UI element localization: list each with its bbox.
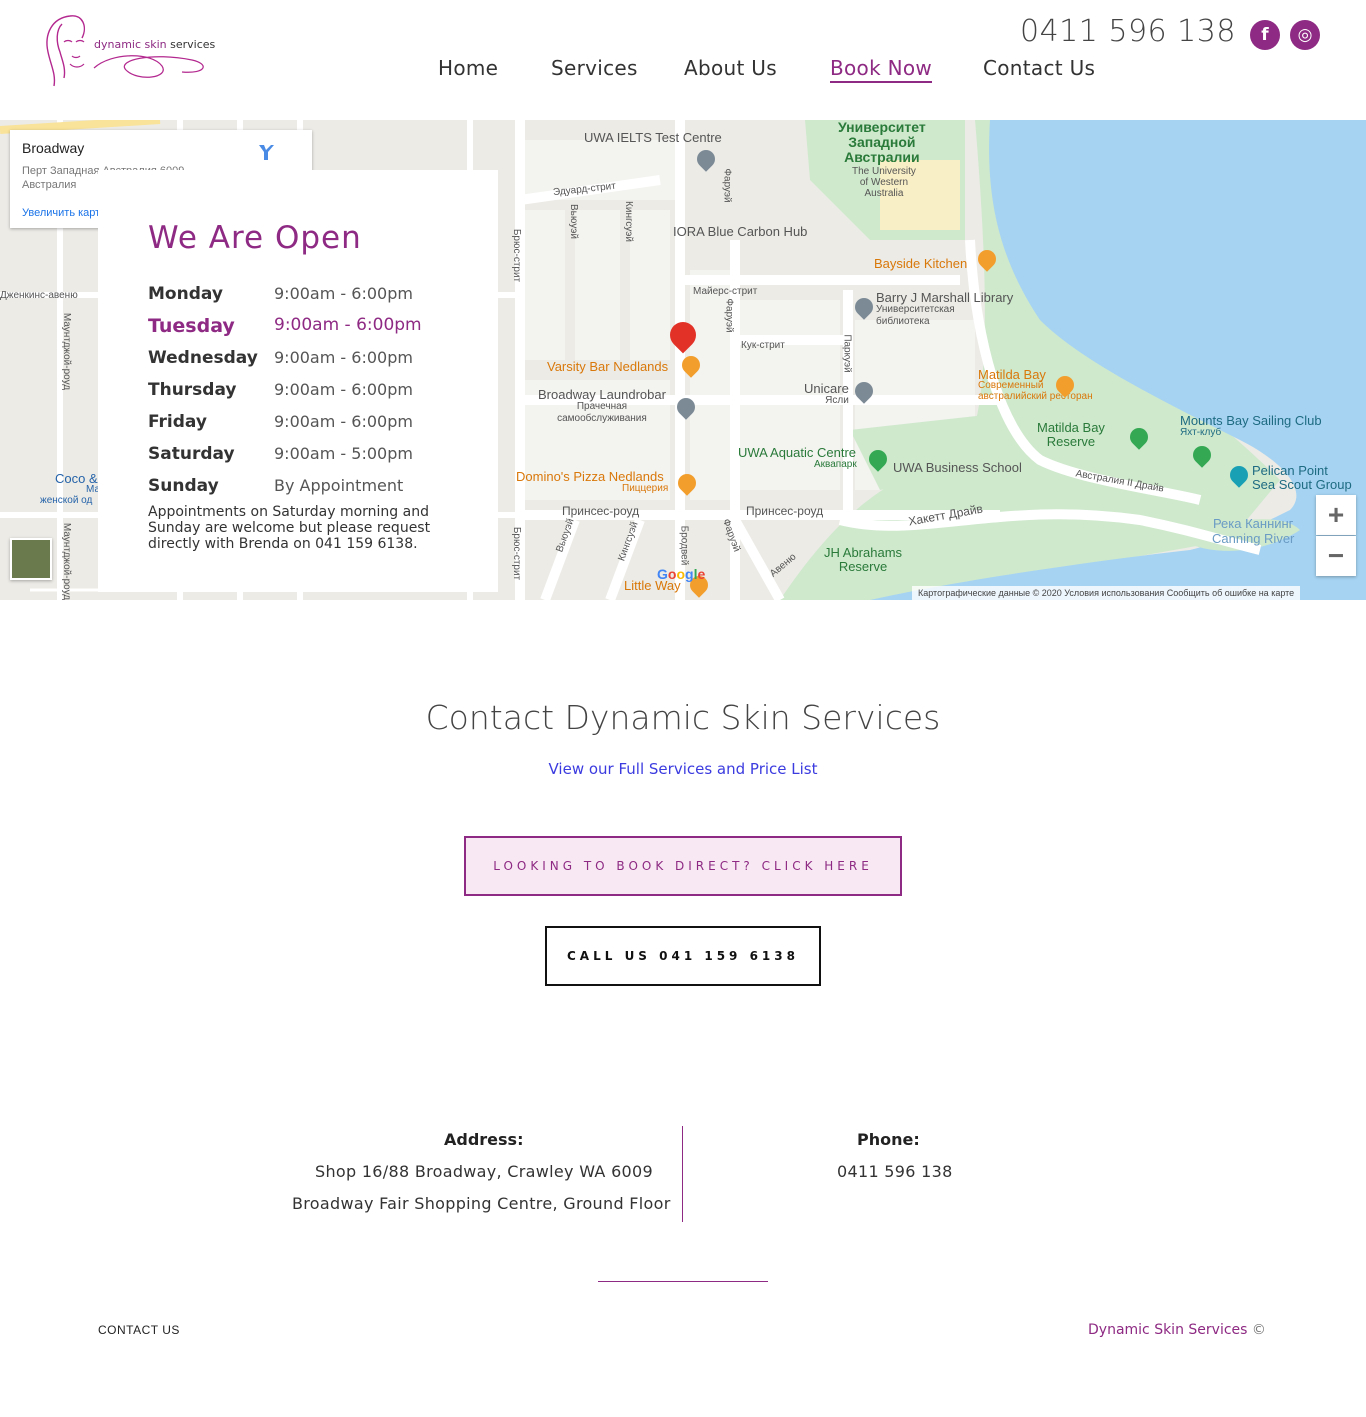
instagram-icon[interactable]: ◎ — [1290, 20, 1320, 50]
day-name: Friday — [148, 412, 207, 432]
map-label-parkway: Паркуэй — [841, 334, 853, 373]
zoom-in-button[interactable]: + — [1316, 495, 1356, 535]
day-name: Tuesday — [148, 315, 235, 337]
logo-text: dynamic skin services — [94, 38, 216, 51]
map-label-fairway-2: Фаруэй — [723, 298, 735, 333]
map-label-coco-3: женской од — [40, 495, 93, 506]
book-direct-button[interactable]: LOOKING TO BOOK DIRECT? CLICK HERE — [464, 836, 902, 896]
map-label-cook-st: Кук-стрит — [741, 340, 785, 351]
day-time: 9:00am - 6:00pm — [274, 315, 422, 335]
day-name: Saturday — [148, 444, 235, 464]
day-time: 9:00am - 6:00pm — [274, 284, 413, 303]
price-list-link[interactable]: View our Full Services and Price List — [0, 760, 1366, 778]
map-label-pelican-point: Pelican Point Sea Scout Group — [1252, 463, 1352, 492]
map-label-princess-rd-2: Принсес-роуд — [746, 504, 824, 518]
footer-divider — [598, 1281, 768, 1282]
map-label-varsity: Varsity Bar Nedlands — [547, 359, 669, 374]
map-label-mountjoy-1: Маунтджой-роуд — [61, 312, 73, 391]
logo-face-icon — [46, 15, 204, 87]
map-label-bruce-st: Брюс-стрит — [511, 228, 523, 283]
directions-icon[interactable] — [256, 142, 276, 162]
map-label-fairway-1: Фаруэй — [721, 168, 733, 203]
address-line-2: Broadway Fair Shopping Centre, Ground Fl… — [292, 1194, 671, 1213]
map-attribution[interactable]: Картографические данные © 2020 Условия и… — [912, 586, 1301, 600]
map-label-jh-abrahams: JH Abrahams Reserve — [824, 545, 903, 574]
footer-contact-link[interactable]: CONTACT US — [98, 1323, 180, 1337]
map-label-bruce-st-2: Брюс-стрит — [511, 526, 523, 581]
map-label-princess-rd-1: Принсес-роуд — [562, 504, 640, 518]
map-label-bayside: Bayside Kitchen — [874, 256, 968, 271]
map-label-unicare: Unicare Ясли — [804, 381, 849, 406]
address-label: Address: — [444, 1130, 524, 1149]
hours-note: Appointments on Saturday morning and Sun… — [148, 504, 431, 552]
day-name: Thursday — [148, 380, 237, 400]
day-time: 9:00am - 6:00pm — [274, 348, 413, 367]
map-label-aquatic-centre: UWA Aquatic Centre Аквапарк — [738, 445, 857, 470]
footer-copyright: Dynamic Skin Services © — [1088, 1322, 1266, 1338]
nav-services[interactable]: Services — [551, 56, 638, 80]
satellite-thumbnail[interactable] — [10, 538, 52, 580]
map-label-broadway: Бродвей — [678, 525, 690, 566]
day-time: 9:00am - 5:00pm — [274, 444, 413, 463]
map-label-uwa-en: The University of Western Australia — [852, 166, 916, 199]
logo[interactable]: dynamic skin services — [42, 12, 216, 98]
map-label-matilda-bay: Matilda Bay Современный австралийский рест… — [978, 367, 1093, 402]
map-label-vyuvay: Вьюуэй — [567, 204, 579, 239]
address-line-1: Shop 16/88 Broadway, Crawley WA 6009 — [315, 1162, 653, 1181]
day-time: By Appointment — [274, 476, 404, 495]
map-label-jenkins-ave: Дженкинс-авеню — [0, 290, 78, 301]
day-name: Sunday — [148, 476, 219, 496]
nav-contact-us[interactable]: Contact Us — [983, 56, 1095, 80]
map-label-library: Barry J Marshall Library Университетская б… — [876, 290, 1014, 327]
map-label-kingsway: Кингсуэй — [622, 201, 634, 242]
map-label-uwa-ru: Университет Западной Австралии — [838, 120, 926, 165]
nav-about-us[interactable]: About Us — [684, 56, 777, 80]
day-name: Wednesday — [148, 348, 258, 368]
map-label-mayers-st: Майерс-стрит — [693, 286, 758, 297]
google-logo: Google — [657, 566, 706, 582]
opening-hours-panel: We Are Open Monday 9:00am - 6:00pm Tuesd… — [98, 170, 498, 592]
hours-title: We Are Open — [148, 220, 362, 256]
map-label-dominos: Domino's Pizza Nedlands Пиццерия — [516, 469, 669, 494]
enlarge-map-link[interactable]: Увеличить карту — [22, 207, 106, 219]
nav-book-now[interactable]: Book Now — [830, 56, 933, 83]
map-label-sailing-club: Mounts Bay Sailing Club Яхт-клуб — [1180, 413, 1322, 438]
map-label-matilda-reserve: Matilda Bay Reserve — [1037, 420, 1105, 449]
map-label-business-school: UWA Business School — [893, 460, 1022, 475]
map-label-mountjoy-2: Маунтджой-роуд — [61, 522, 73, 600]
site-header: dynamic skin services 0411 596 138 f ◎ H… — [0, 0, 1366, 120]
map-label-canning-river: Река Каннинг Canning River — [1212, 516, 1295, 546]
call-us-button[interactable]: CALL US 041 159 6138 — [545, 926, 821, 986]
facebook-icon[interactable]: f — [1250, 20, 1280, 50]
map-label-laundrobar: Broadway Laundrobar Прачечная самообслужив… — [538, 387, 666, 424]
map-label-uwa-ielts: UWA IELTS Test Centre — [584, 130, 722, 145]
day-time: 9:00am - 6:00pm — [274, 380, 413, 399]
contact-title: Contact Dynamic Skin Services — [425, 698, 941, 737]
phone-label: Phone: — [857, 1130, 920, 1149]
map-label-iora: IORA Blue Carbon Hub — [673, 224, 808, 239]
zoom-out-button[interactable]: − — [1316, 536, 1356, 576]
phone-value[interactable]: 0411 596 138 — [837, 1162, 953, 1181]
day-name: Monday — [148, 284, 223, 304]
header-phone[interactable]: 0411 596 138 — [1020, 14, 1236, 49]
nav-home[interactable]: Home — [438, 56, 498, 80]
day-time: 9:00am - 6:00pm — [274, 412, 413, 431]
info-divider — [682, 1126, 683, 1222]
place-title: Broadway — [22, 140, 85, 156]
google-map[interactable]: UWA IELTS Test Centre Университет Западно… — [0, 120, 1366, 600]
